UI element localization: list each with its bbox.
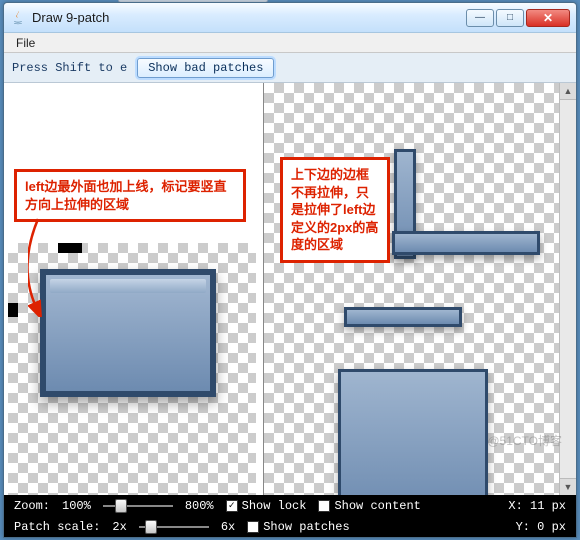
titlebar[interactable]: Draw 9-patch — □ ✕ <box>4 3 576 33</box>
show-bad-patches-button[interactable]: Show bad patches <box>137 58 274 78</box>
show-content-checkbox[interactable]: Show content <box>318 499 420 513</box>
annotation-right: 上下边的边框不再拉伸，只是拉伸了left边定义的2px的高度的区域 <box>280 157 390 263</box>
minimize-button[interactable]: — <box>466 9 494 27</box>
java-app-icon <box>10 10 26 26</box>
show-lock-label: Show lock <box>242 499 307 513</box>
cursor-y: Y: 0 px <box>516 520 566 534</box>
cursor-x: X: 11 px <box>508 499 566 513</box>
patch-min: 2x <box>112 520 126 534</box>
show-lock-checkbox[interactable]: ✓Show lock <box>226 499 307 513</box>
maximize-button[interactable]: □ <box>496 9 524 27</box>
menubar: File <box>4 33 576 53</box>
menu-file[interactable]: File <box>10 34 41 52</box>
preview-wide-1 <box>392 231 540 255</box>
application-window: Draw 9-patch — □ ✕ File Press Shift to e… <box>3 2 577 538</box>
show-patches-checkbox[interactable]: Show patches <box>247 520 349 534</box>
statusbar: Zoom: 100% 800% ✓Show lock Show content … <box>4 495 576 537</box>
preview-square <box>338 369 488 495</box>
window-controls: — □ ✕ <box>466 9 570 27</box>
workarea: ▲ ▼ left边最外面也加上线，标记要竖直方向上拉伸的区域 上下边的边框不再拉… <box>4 83 576 495</box>
zoom-label: Zoom: <box>14 499 50 513</box>
toolbar: Press Shift to e Show bad patches <box>4 53 576 83</box>
status-row-2: Patch scale: 2x 6x Show patches Y: 0 px <box>4 516 576 537</box>
nine-patch-source[interactable] <box>40 269 216 397</box>
top-stretch-marker[interactable] <box>58 243 82 253</box>
zoom-slider[interactable] <box>103 499 173 513</box>
shift-hint: Press Shift to e <box>12 61 127 75</box>
scroll-up-icon[interactable]: ▲ <box>560 83 576 100</box>
patch-scale-label: Patch scale: <box>14 520 100 534</box>
watermark: @51CTO博客 <box>487 432 562 449</box>
preview-wide-2 <box>344 307 462 327</box>
patch-max: 6x <box>221 520 235 534</box>
editor-pane[interactable] <box>4 83 264 495</box>
show-content-label: Show content <box>334 499 420 513</box>
left-stretch-marker[interactable] <box>8 303 18 317</box>
patch-scale-slider[interactable] <box>139 520 209 534</box>
window-title: Draw 9-patch <box>32 10 466 25</box>
annotation-left: left边最外面也加上线，标记要竖直方向上拉伸的区域 <box>14 169 246 222</box>
zoom-min: 100% <box>62 499 91 513</box>
status-row-1: Zoom: 100% 800% ✓Show lock Show content … <box>4 495 576 516</box>
zoom-max: 800% <box>185 499 214 513</box>
scroll-down-icon[interactable]: ▼ <box>560 478 576 495</box>
show-patches-label: Show patches <box>263 520 349 534</box>
close-button[interactable]: ✕ <box>526 9 570 27</box>
